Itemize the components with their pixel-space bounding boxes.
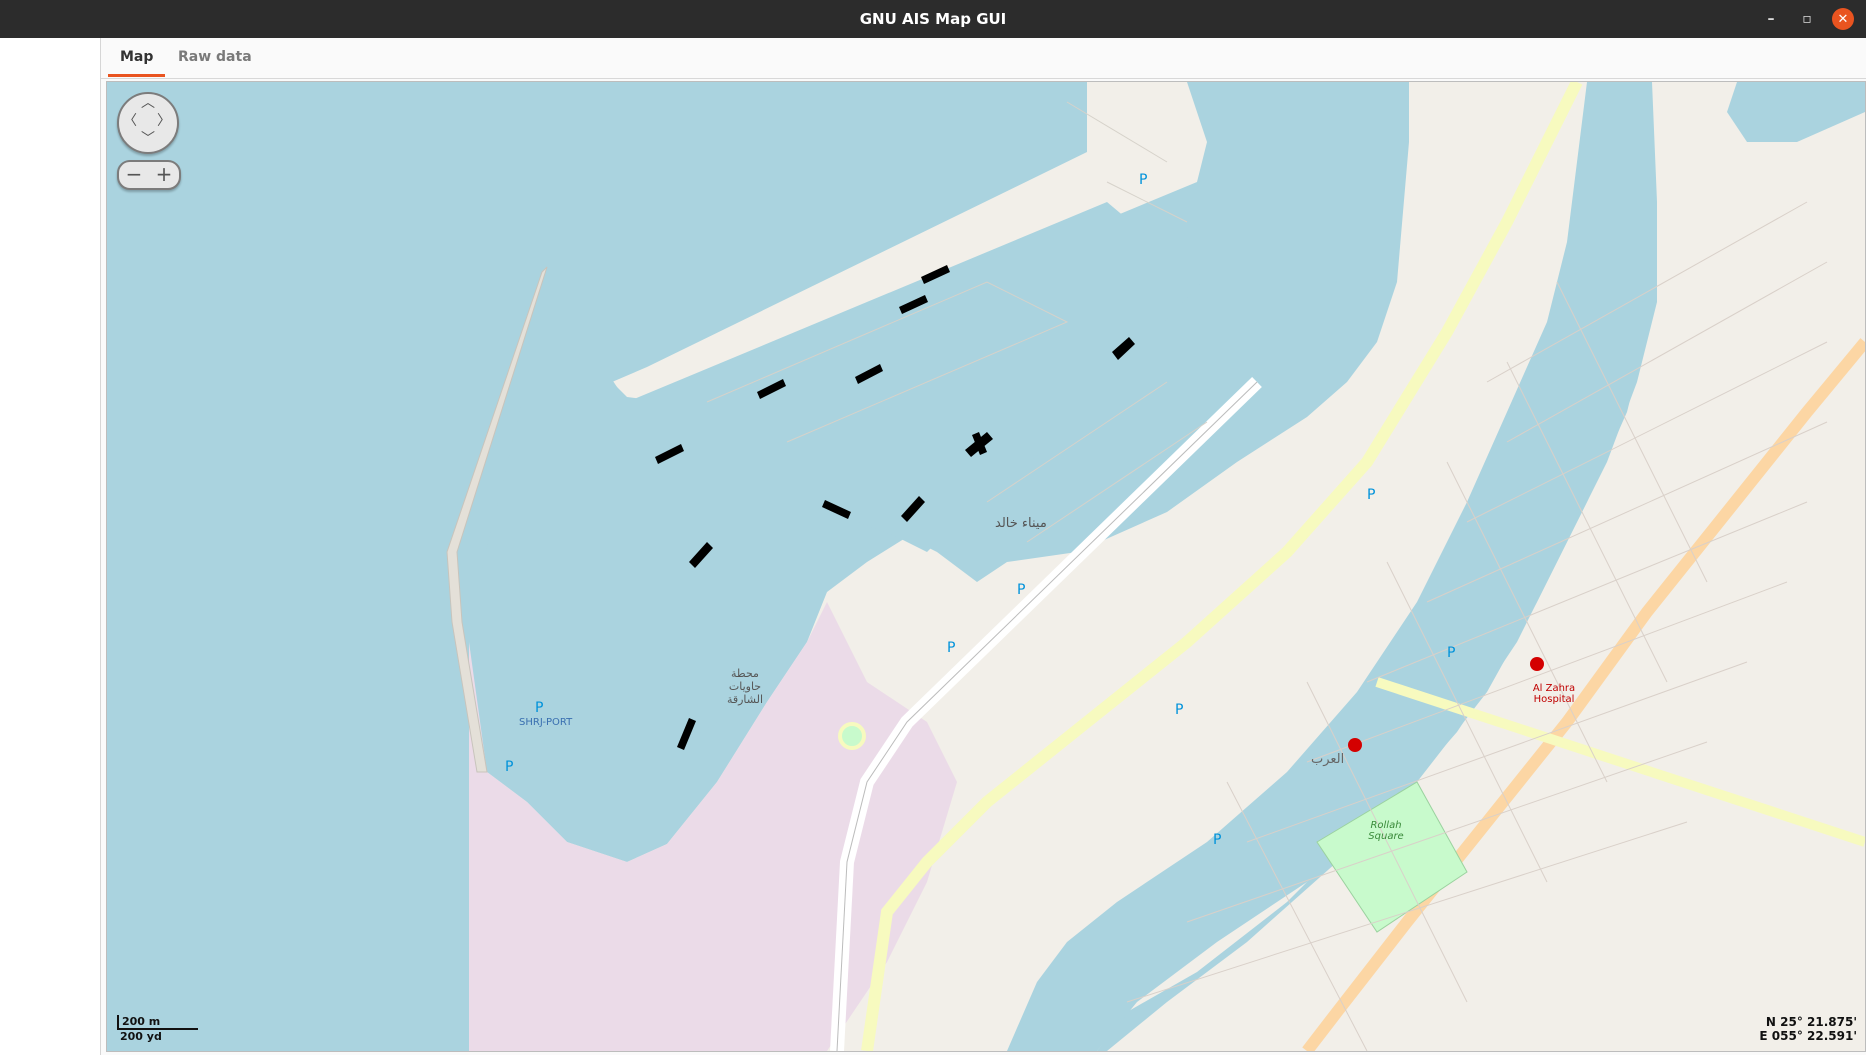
pan-left-icon[interactable]: 〈	[123, 114, 137, 128]
scale-imperial: 200 yd	[120, 1030, 162, 1043]
parking-icon: P	[1139, 172, 1148, 188]
port-label: ميناء خالد	[995, 516, 1047, 531]
parking-icon: P	[1367, 487, 1376, 503]
parking-icon: P	[535, 700, 544, 716]
pan-up-icon[interactable]: ︿	[141, 96, 155, 110]
map-canvas	[446, 82, 1865, 1051]
district-label: العرب	[1311, 752, 1345, 767]
tab-bar: Map Raw data	[101, 38, 1866, 79]
window-controls: – ▫ ✕	[1760, 0, 1854, 38]
container-station-label: محطة حاويات الشارقة	[726, 667, 764, 706]
tab-map[interactable]: Map	[108, 38, 166, 77]
tab-raw-data[interactable]: Raw data	[166, 38, 264, 76]
minimize-button[interactable]: –	[1760, 8, 1782, 30]
hospital-label: Al Zahra Hospital	[1532, 683, 1576, 705]
map-view[interactable]: ميناء خالد محطة حاويات الشارقة SHRJ-PORT…	[106, 81, 1866, 1052]
left-panel	[0, 38, 101, 1055]
close-button[interactable]: ✕	[1832, 8, 1854, 30]
hospital-icon	[1530, 657, 1544, 671]
zoom-control[interactable]: − +	[117, 160, 181, 190]
parking-icon: P	[1017, 582, 1026, 598]
parking-icon: P	[505, 759, 514, 775]
roundabout	[838, 722, 866, 750]
zoom-out-button[interactable]: −	[119, 162, 149, 188]
port-code-label: SHRJ-PORT	[519, 717, 573, 728]
scale-metric: 200 m	[117, 1015, 198, 1030]
main-content: Map Raw data ميناء خالد محطة حاويات الشا…	[101, 38, 1866, 1055]
longitude: E 055° 22.591'	[1759, 1029, 1857, 1043]
parking-icon: P	[1213, 832, 1222, 848]
pan-right-icon[interactable]: 〉	[157, 114, 171, 128]
scale-bar: 200 m 200 yd	[117, 1015, 198, 1043]
parking-icon: P	[1175, 702, 1184, 718]
parking-icon: P	[1447, 645, 1456, 661]
maximize-button[interactable]: ▫	[1796, 8, 1818, 30]
window-title: GNU AIS Map GUI	[859, 10, 1007, 28]
hospital-icon	[1348, 738, 1362, 752]
parking-icon: P	[947, 640, 956, 656]
title-bar: GNU AIS Map GUI – ▫ ✕	[0, 0, 1866, 38]
latitude: N 25° 21.875'	[1765, 1015, 1857, 1029]
coordinates-readout: N 25° 21.875' E 055° 22.591'	[1759, 1015, 1857, 1043]
zoom-in-button[interactable]: +	[149, 162, 179, 188]
pan-down-icon[interactable]: ﹀	[141, 132, 155, 146]
pan-control[interactable]: ︿ ﹀ 〈 〉	[117, 92, 179, 154]
square-label: Rollah Square	[1368, 820, 1404, 842]
